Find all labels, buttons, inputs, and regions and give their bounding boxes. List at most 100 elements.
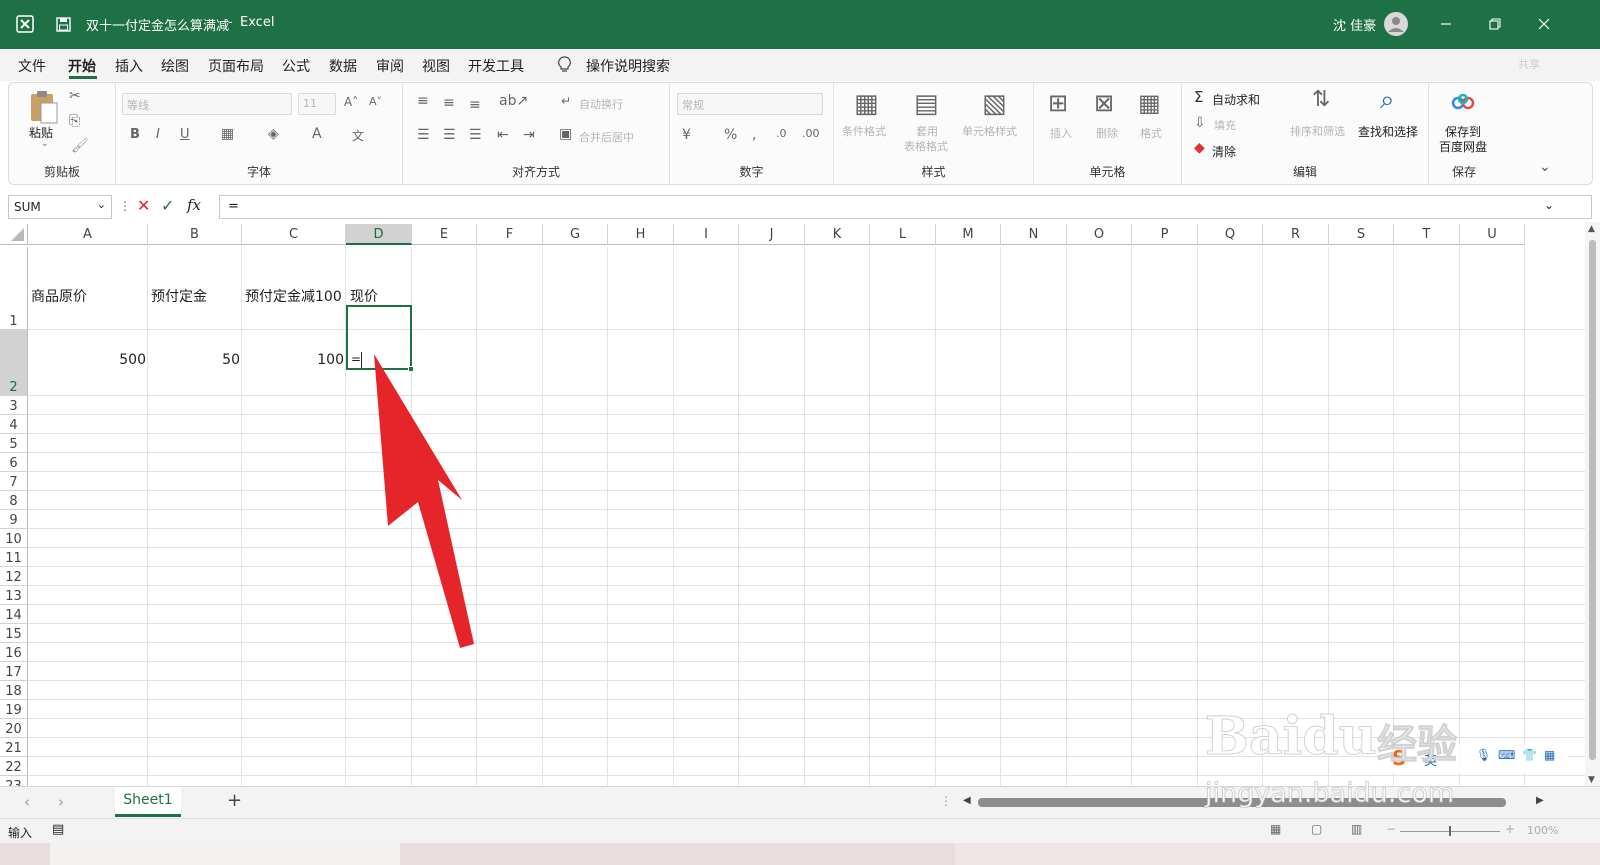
column-header-A[interactable]: A bbox=[28, 224, 148, 245]
column-header-I[interactable]: I bbox=[674, 224, 739, 245]
menu-review[interactable]: 审阅 bbox=[376, 56, 404, 76]
align-left-icon[interactable]: ☰ bbox=[417, 127, 430, 143]
column-header-O[interactable]: O bbox=[1067, 224, 1132, 245]
zoom-level[interactable]: 100% bbox=[1527, 824, 1558, 837]
worksheet-grid[interactable]: ABCDEFGHIJKLMNOPQRSTU 1 2 3 4 5 6 7 8 9 10 11 12 13 1… bbox=[0, 222, 1585, 800]
menu-developer[interactable]: 开发工具 bbox=[468, 56, 524, 76]
restore-icon[interactable] bbox=[1484, 12, 1506, 36]
column-header-J[interactable]: J bbox=[739, 224, 805, 245]
decrease-indent-icon[interactable]: ⇤ bbox=[497, 127, 509, 143]
hscroll-left-icon[interactable]: ◀ bbox=[963, 795, 971, 806]
format-table-button-2[interactable]: 表格格式 bbox=[904, 138, 948, 154]
increase-font-icon[interactable]: A˄ bbox=[344, 95, 358, 109]
column-header-R[interactable]: R bbox=[1263, 224, 1329, 245]
decrease-font-icon[interactable]: A˅ bbox=[369, 95, 382, 108]
format-table-button-1[interactable]: 套用 bbox=[916, 123, 938, 139]
align-bottom-icon[interactable]: ≡ bbox=[469, 97, 481, 113]
column-header-C[interactable]: C bbox=[242, 224, 346, 245]
fill-icon[interactable]: ⇩ bbox=[1194, 115, 1206, 131]
row-header-3[interactable]: 3 bbox=[0, 396, 28, 415]
column-header-T[interactable]: T bbox=[1394, 224, 1460, 245]
save-icon[interactable] bbox=[52, 12, 74, 36]
sheet-prev-icon[interactable]: ‹ bbox=[24, 793, 30, 811]
sort-filter-icon[interactable]: ⇅ bbox=[1312, 87, 1330, 112]
column-header-K[interactable]: K bbox=[805, 224, 870, 245]
delete-cells-icon[interactable]: ⊠ bbox=[1094, 89, 1114, 117]
row-header-12[interactable]: 12 bbox=[0, 567, 28, 586]
column-header-D[interactable]: D bbox=[346, 224, 412, 245]
row-header-6[interactable]: 6 bbox=[0, 453, 28, 472]
column-header-L[interactable]: L bbox=[870, 224, 936, 245]
row-header-7[interactable]: 7 bbox=[0, 472, 28, 491]
save-to-netdisk-line2[interactable]: 百度网盘 bbox=[1439, 138, 1487, 155]
column-header-F[interactable]: F bbox=[477, 224, 543, 245]
cancel-formula-icon[interactable]: ✕ bbox=[137, 196, 150, 215]
zoom-slider-thumb[interactable] bbox=[1449, 826, 1451, 836]
avatar[interactable] bbox=[1384, 12, 1408, 36]
collapse-ribbon-icon[interactable]: ⌄ bbox=[1539, 159, 1551, 175]
number-format-combo[interactable]: 常规 bbox=[677, 93, 823, 115]
row-header-16[interactable]: 16 bbox=[0, 643, 28, 662]
align-top-icon[interactable]: ≡ bbox=[417, 93, 429, 109]
skin-icon[interactable]: 👕 bbox=[1522, 748, 1537, 762]
fill-color-icon[interactable]: ◈ bbox=[268, 126, 279, 142]
format-table-icon[interactable]: ▤ bbox=[914, 89, 939, 119]
conditional-format-button[interactable]: 条件格式 bbox=[842, 123, 886, 139]
menu-view[interactable]: 视图 bbox=[422, 56, 450, 76]
eraser-icon[interactable]: ◆ bbox=[1194, 140, 1205, 156]
format-cells-button[interactable]: 格式 bbox=[1140, 125, 1162, 141]
format-cells-icon[interactable]: ▦ bbox=[1138, 89, 1161, 117]
column-header-B[interactable]: B bbox=[148, 224, 242, 245]
merge-center-button[interactable]: 合并后居中 bbox=[579, 129, 634, 145]
column-header-S[interactable]: S bbox=[1329, 224, 1394, 245]
column-header-U[interactable]: U bbox=[1460, 224, 1525, 245]
insert-cells-icon[interactable]: ⊞ bbox=[1048, 89, 1068, 117]
sort-filter-button[interactable]: 排序和筛选 bbox=[1290, 123, 1345, 139]
row-header-17[interactable]: 17 bbox=[0, 662, 28, 681]
align-middle-icon[interactable]: ≡ bbox=[443, 95, 455, 111]
cell-styles-button[interactable]: 单元格样式 bbox=[962, 123, 1017, 139]
name-box-dropdown-icon[interactable]: ⌄ bbox=[97, 198, 106, 211]
sogou-logo-icon[interactable]: S bbox=[1392, 746, 1406, 770]
horizontal-scroll-thumb[interactable] bbox=[978, 798, 1506, 807]
borders-icon[interactable]: ▦ bbox=[221, 126, 234, 142]
cell-C2[interactable]: 100 bbox=[250, 352, 344, 368]
increase-indent-icon[interactable]: ⇥ bbox=[523, 127, 535, 143]
name-box[interactable]: SUM ⌄ bbox=[8, 195, 112, 219]
insert-function-icon[interactable]: fx bbox=[187, 196, 201, 214]
row-header-15[interactable]: 15 bbox=[0, 624, 28, 643]
font-size-combo[interactable]: 11 bbox=[298, 93, 336, 115]
minimize-icon[interactable] bbox=[1435, 12, 1457, 36]
font-name-combo[interactable]: 等线 bbox=[122, 93, 292, 115]
merge-icon[interactable]: ▣ bbox=[559, 126, 572, 142]
italic-icon[interactable]: I bbox=[156, 127, 160, 142]
fill-button[interactable]: 填充 bbox=[1214, 117, 1236, 133]
percent-icon[interactable]: % bbox=[724, 127, 737, 143]
row-header-14[interactable]: 14 bbox=[0, 605, 28, 624]
align-right-icon[interactable]: ☰ bbox=[469, 127, 482, 143]
column-header-N[interactable]: N bbox=[1001, 224, 1067, 245]
scroll-down-icon[interactable]: ▼ bbox=[1588, 775, 1595, 785]
menu-file[interactable]: 文件 bbox=[18, 56, 46, 76]
paste-dropdown-icon[interactable]: ⌄ bbox=[41, 139, 49, 149]
menu-page-layout[interactable]: 页面布局 bbox=[208, 56, 264, 76]
row-header-10[interactable]: 10 bbox=[0, 529, 28, 548]
add-sheet-button[interactable]: + bbox=[227, 790, 242, 811]
cell-B2[interactable]: 50 bbox=[150, 352, 240, 368]
toolbox-icon[interactable]: ▦ bbox=[1544, 748, 1555, 762]
format-painter-icon[interactable]: 🖌 bbox=[71, 138, 89, 154]
column-header-H[interactable]: H bbox=[608, 224, 674, 245]
ime-punct-icon[interactable]: ·, bbox=[1446, 748, 1454, 762]
close-icon[interactable] bbox=[1533, 12, 1555, 36]
conditional-format-icon[interactable]: ▦ bbox=[854, 89, 879, 119]
cell-C1[interactable]: 预付定金减100 bbox=[245, 286, 342, 306]
insert-cells-button[interactable]: 插入 bbox=[1050, 125, 1072, 141]
row-header-13[interactable]: 13 bbox=[0, 586, 28, 605]
orientation-icon[interactable]: ab↗ bbox=[499, 93, 528, 109]
row-header-4[interactable]: 4 bbox=[0, 415, 28, 434]
menu-home[interactable]: 开始 bbox=[68, 56, 96, 76]
row-header-5[interactable]: 5 bbox=[0, 434, 28, 453]
page-layout-view-icon[interactable]: ▢ bbox=[1311, 822, 1322, 836]
cell-B1[interactable]: 预付定金 bbox=[151, 286, 207, 306]
autosum-icon[interactable]: Σ bbox=[1194, 88, 1203, 106]
